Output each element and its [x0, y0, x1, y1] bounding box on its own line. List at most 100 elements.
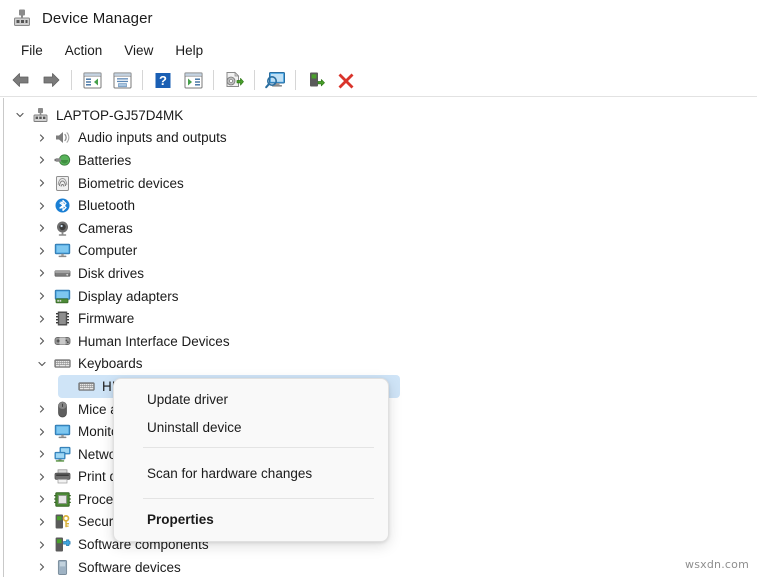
menubar: File Action View Help	[0, 36, 757, 64]
tree-item-bluetooth[interactable]: Bluetooth	[0, 194, 757, 217]
chevron-down-icon[interactable]	[36, 358, 48, 370]
device-manager-icon	[12, 8, 32, 28]
context-menu-separator	[143, 498, 374, 499]
show-hide-console-tree-icon[interactable]	[78, 67, 106, 93]
forward-arrow-icon[interactable]	[37, 67, 65, 93]
ctx-uninstall-device[interactable]: Uninstall device	[118, 413, 384, 441]
show-hide-action-pane-icon[interactable]	[179, 67, 207, 93]
tree-item-label: Human Interface Devices	[78, 334, 230, 349]
chevron-right-icon[interactable]	[36, 200, 48, 212]
chevron-right-icon[interactable]	[36, 290, 48, 302]
context-menu-separator	[143, 447, 374, 448]
network-adapter-icon	[54, 446, 71, 463]
tree-item-biometric-devices[interactable]: Biometric devices	[0, 172, 757, 195]
processor-chip-icon	[54, 491, 71, 508]
tree-root-computer[interactable]: LAPTOP-GJ57D4MK	[0, 104, 757, 127]
toolbar-separator	[213, 70, 214, 90]
keyboard-icon	[78, 378, 95, 395]
tree-item-label: Display adapters	[78, 289, 179, 304]
chevron-right-icon[interactable]	[36, 448, 48, 460]
mouse-icon	[54, 401, 71, 418]
chevron-right-icon[interactable]	[36, 403, 48, 415]
tree-item-batteries[interactable]: Batteries	[0, 149, 757, 172]
menu-view[interactable]: View	[113, 40, 164, 61]
disk-drive-icon	[54, 265, 71, 282]
chevron-right-icon[interactable]	[36, 245, 48, 257]
tree-item-label: Computer	[78, 243, 137, 258]
chevron-right-icon[interactable]	[36, 516, 48, 528]
battery-icon	[54, 152, 71, 169]
tree-item-label: Keyboards	[78, 356, 143, 371]
chevron-right-icon[interactable]	[36, 335, 48, 347]
hid-gamepad-icon	[54, 333, 71, 350]
chevron-right-icon[interactable]	[36, 426, 48, 438]
chevron-right-icon[interactable]	[36, 539, 48, 551]
display-adapter-icon	[54, 288, 71, 305]
tree-item-label: Biometric devices	[78, 176, 184, 191]
bluetooth-icon	[54, 197, 71, 214]
tree-item-label: Batteries	[78, 153, 131, 168]
menu-help[interactable]: Help	[164, 40, 214, 61]
device-tree-panel[interactable]: LAPTOP-GJ57D4MK Audio inputs and outputs	[0, 98, 757, 577]
software-component-icon	[54, 536, 71, 553]
keyboard-icon	[54, 355, 71, 372]
tree-item-software-devices[interactable]: Software devices	[0, 556, 757, 577]
menu-action[interactable]: Action	[54, 40, 114, 61]
properties-window-icon[interactable]	[108, 67, 136, 93]
toolbar: ?	[0, 64, 757, 97]
tree-item-display-adapters[interactable]: Display adapters	[0, 285, 757, 308]
context-menu-spacer	[114, 487, 388, 492]
chevron-right-icon[interactable]	[36, 177, 48, 189]
menu-file[interactable]: File	[10, 40, 54, 61]
tree-item-audio-inputs-and-outputs[interactable]: Audio inputs and outputs	[0, 127, 757, 150]
chevron-right-icon[interactable]	[36, 132, 48, 144]
window-title: Device Manager	[42, 10, 153, 27]
tree-item-label: Disk drives	[78, 266, 144, 281]
software-device-icon	[54, 559, 71, 576]
tree-item-label: Bluetooth	[78, 198, 135, 213]
uninstall-device-red-x-icon[interactable]	[332, 67, 360, 93]
tree-item-keyboards[interactable]: Keyboards	[0, 353, 757, 376]
help-question-icon[interactable]: ?	[149, 67, 177, 93]
chevron-right-icon[interactable]	[36, 222, 48, 234]
chevron-right-icon[interactable]	[36, 154, 48, 166]
tree-item-human-interface-devices[interactable]: Human Interface Devices	[0, 330, 757, 353]
chevron-right-icon[interactable]	[36, 493, 48, 505]
add-legacy-hardware-icon[interactable]	[302, 67, 330, 93]
device-context-menu[interactable]: Update driver Uninstall device Scan for …	[113, 378, 389, 542]
svg-text:?: ?	[159, 73, 167, 88]
chevron-placeholder-icon	[60, 380, 72, 392]
ctx-scan-hardware-changes[interactable]: Scan for hardware changes	[118, 459, 384, 487]
tree-item-label: Software devices	[78, 560, 181, 575]
toolbar-separator	[254, 70, 255, 90]
chevron-down-icon[interactable]	[14, 109, 26, 121]
tree-item-disk-drives[interactable]: Disk drives	[0, 262, 757, 285]
firmware-chip-icon	[54, 310, 71, 327]
tree-root-label: LAPTOP-GJ57D4MK	[56, 108, 183, 123]
chevron-right-icon[interactable]	[36, 313, 48, 325]
monitor-icon	[54, 242, 71, 259]
tree-item-computer[interactable]: Computer	[0, 240, 757, 263]
camera-icon	[54, 220, 71, 237]
printer-icon	[54, 468, 71, 485]
toolbar-separator	[295, 70, 296, 90]
scan-hardware-changes-icon[interactable]	[261, 67, 289, 93]
speaker-icon	[54, 129, 71, 146]
chevron-right-icon[interactable]	[36, 471, 48, 483]
ctx-properties[interactable]: Properties	[118, 505, 384, 533]
computer-root-icon	[32, 107, 49, 124]
chevron-right-icon[interactable]	[36, 561, 48, 573]
site-watermark: wsxdn.com	[685, 558, 749, 571]
toolbar-separator	[142, 70, 143, 90]
tree-item-cameras[interactable]: Cameras	[0, 217, 757, 240]
fingerprint-icon	[54, 175, 71, 192]
tree-item-label: Audio inputs and outputs	[78, 130, 227, 145]
tree-item-label: Firmware	[78, 311, 134, 326]
update-driver-icon[interactable]	[220, 67, 248, 93]
tree-item-firmware[interactable]: Firmware	[0, 307, 757, 330]
ctx-update-driver[interactable]: Update driver	[118, 385, 384, 413]
back-arrow-icon[interactable]	[7, 67, 35, 93]
tree-item-label: Cameras	[78, 221, 133, 236]
chevron-right-icon[interactable]	[36, 267, 48, 279]
toolbar-separator	[71, 70, 72, 90]
